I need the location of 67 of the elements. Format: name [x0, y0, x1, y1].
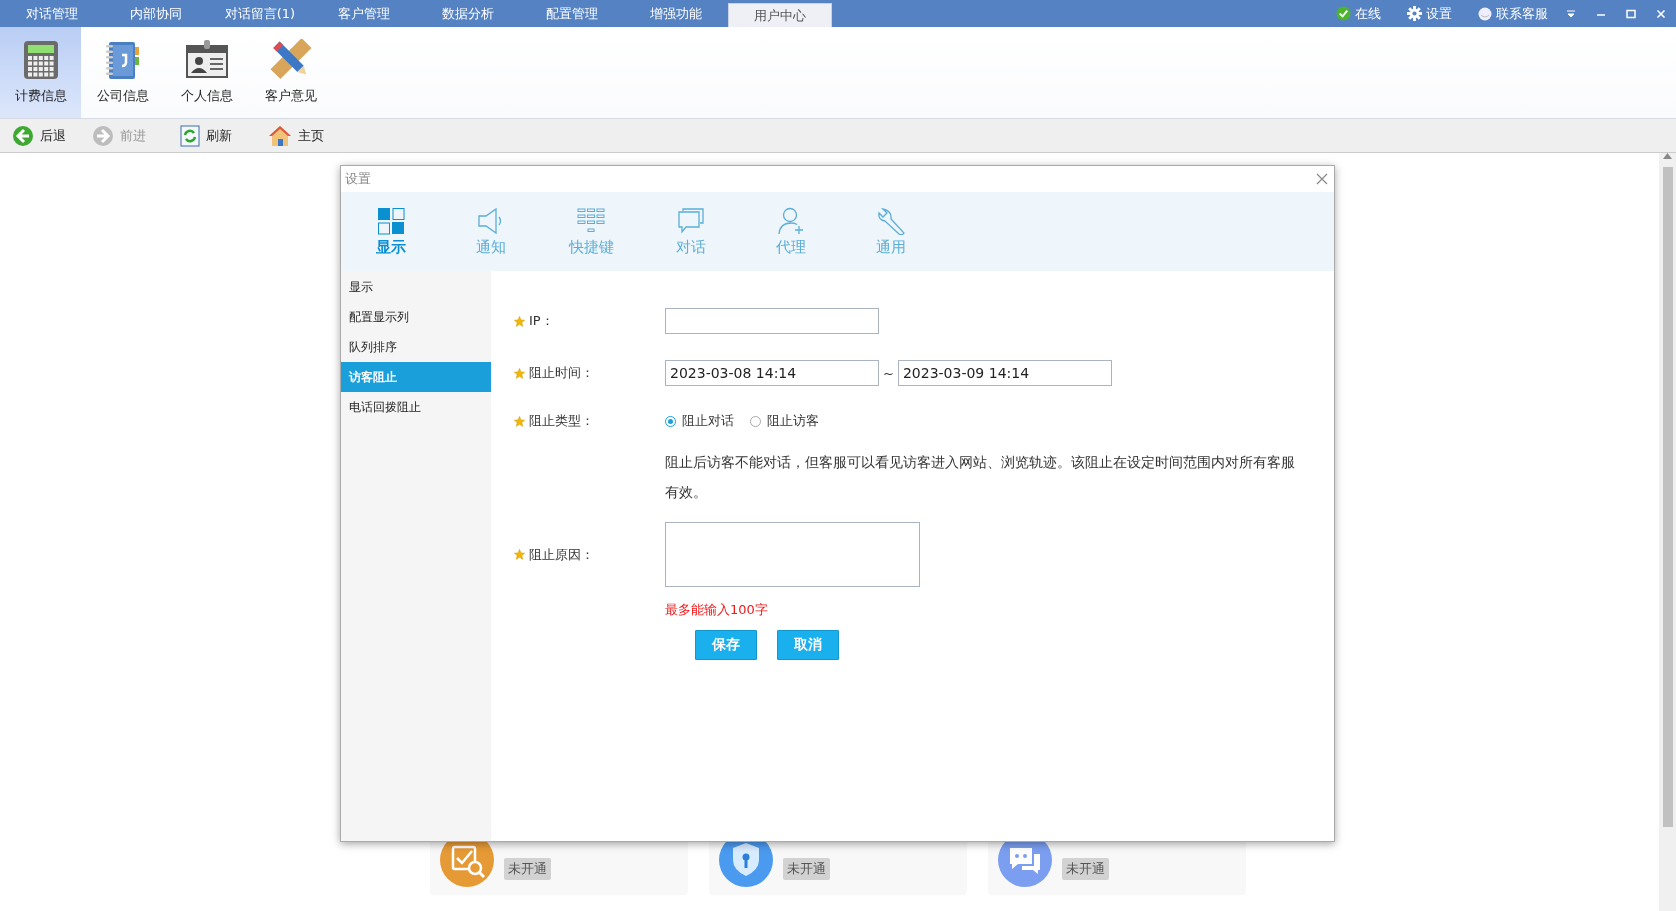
- keyboard-icon: [577, 206, 605, 235]
- menu-tab[interactable]: 对话留言(1): [208, 0, 312, 27]
- limit-note: 最多能输入100字: [665, 601, 768, 619]
- ribbon-button[interactable]: 个人信息: [165, 27, 249, 118]
- nav-button[interactable]: 后退: [12, 124, 66, 147]
- sidebar-item[interactable]: 显示: [341, 272, 491, 302]
- menu-tab[interactable]: 数据分析: [416, 0, 520, 27]
- menu-tab[interactable]: 客户管理: [312, 0, 416, 27]
- range-separator: ~: [883, 365, 894, 381]
- sidebar-item[interactable]: 电话回拨阻止: [341, 392, 491, 422]
- dialog-title: 设置: [345, 170, 371, 188]
- field-label: 阻止时间：: [529, 364, 594, 382]
- save-button[interactable]: 保存: [695, 630, 757, 660]
- support-button[interactable]: 联系客服: [1478, 0, 1548, 27]
- sidebar-item[interactable]: 访客阻止: [341, 362, 491, 392]
- menu-tab[interactable]: 对话管理: [0, 0, 104, 27]
- settings-button[interactable]: 设置: [1407, 0, 1452, 27]
- end-time-field[interactable]: 2023-03-09 14:14: [897, 360, 1112, 386]
- ribbon-button[interactable]: 计费信息: [0, 27, 81, 118]
- ribbon-button[interactable]: 公司信息: [81, 27, 165, 118]
- cancel-button[interactable]: 取消: [777, 630, 839, 660]
- ribbon-button[interactable]: 客户意见: [249, 27, 333, 118]
- menu-tab[interactable]: 内部协同: [104, 0, 208, 27]
- scrollbar-thumb[interactable]: [1662, 167, 1673, 827]
- star-icon: [514, 315, 525, 327]
- nav-button[interactable]: 主页: [268, 124, 324, 147]
- field-label: 阻止原因：: [529, 545, 594, 564]
- check-circle-icon: [1336, 6, 1351, 21]
- add-user-icon: [777, 206, 805, 235]
- status-tag: 未开通: [783, 858, 830, 880]
- refresh-icon: [180, 124, 200, 147]
- wrench-icon: [877, 206, 905, 235]
- grid-icon: [377, 206, 405, 235]
- reason-field[interactable]: [665, 522, 920, 587]
- settings-tab[interactable]: 通知: [441, 192, 541, 271]
- ip-field[interactable]: [665, 308, 879, 334]
- radio-option[interactable]: 阻止访客: [750, 412, 819, 430]
- star-icon: [514, 367, 525, 379]
- settings-tab[interactable]: 对话: [641, 192, 741, 271]
- support-icon: [1478, 6, 1492, 21]
- id-card-icon: [185, 39, 229, 81]
- description-text: 阻止后访客不能对话，但客服可以看见访客进入网站、浏览轨迹。该阻止在设定时间范围内对所有客服有效。: [665, 453, 1296, 502]
- settings-tab[interactable]: 显示: [341, 192, 441, 271]
- sidebar-item[interactable]: 队列排序: [341, 332, 491, 362]
- radio-button[interactable]: [665, 415, 676, 427]
- nav-button[interactable]: 刷新: [180, 124, 232, 147]
- menu-tab[interactable]: 配置管理: [520, 0, 624, 27]
- home-icon: [268, 124, 292, 147]
- field-label: IP：: [529, 312, 554, 330]
- status-tag: 未开通: [1062, 858, 1109, 880]
- radio-button[interactable]: [750, 415, 761, 427]
- sidebar-item[interactable]: 配置显示列: [341, 302, 491, 332]
- chat-icon: [677, 206, 705, 235]
- close-icon[interactable]: [1316, 173, 1328, 185]
- settings-tab[interactable]: 代理: [741, 192, 841, 271]
- star-icon: [514, 415, 525, 427]
- settings-tab[interactable]: 通用: [841, 192, 941, 271]
- start-time-field[interactable]: 2023-03-08 14:14: [665, 360, 879, 386]
- menu-tab[interactable]: 增强功能: [624, 0, 728, 27]
- online-status[interactable]: 在线: [1336, 0, 1381, 27]
- settings-icon: [1407, 6, 1422, 21]
- field-label: 阻止类型：: [529, 412, 594, 430]
- star-icon: [514, 549, 525, 560]
- menu-tab[interactable]: 用户中心: [728, 3, 832, 27]
- status-tag: 未开通: [504, 858, 551, 880]
- radio-option[interactable]: 阻止对话: [665, 412, 734, 430]
- settings-tab[interactable]: 快捷键: [541, 192, 641, 271]
